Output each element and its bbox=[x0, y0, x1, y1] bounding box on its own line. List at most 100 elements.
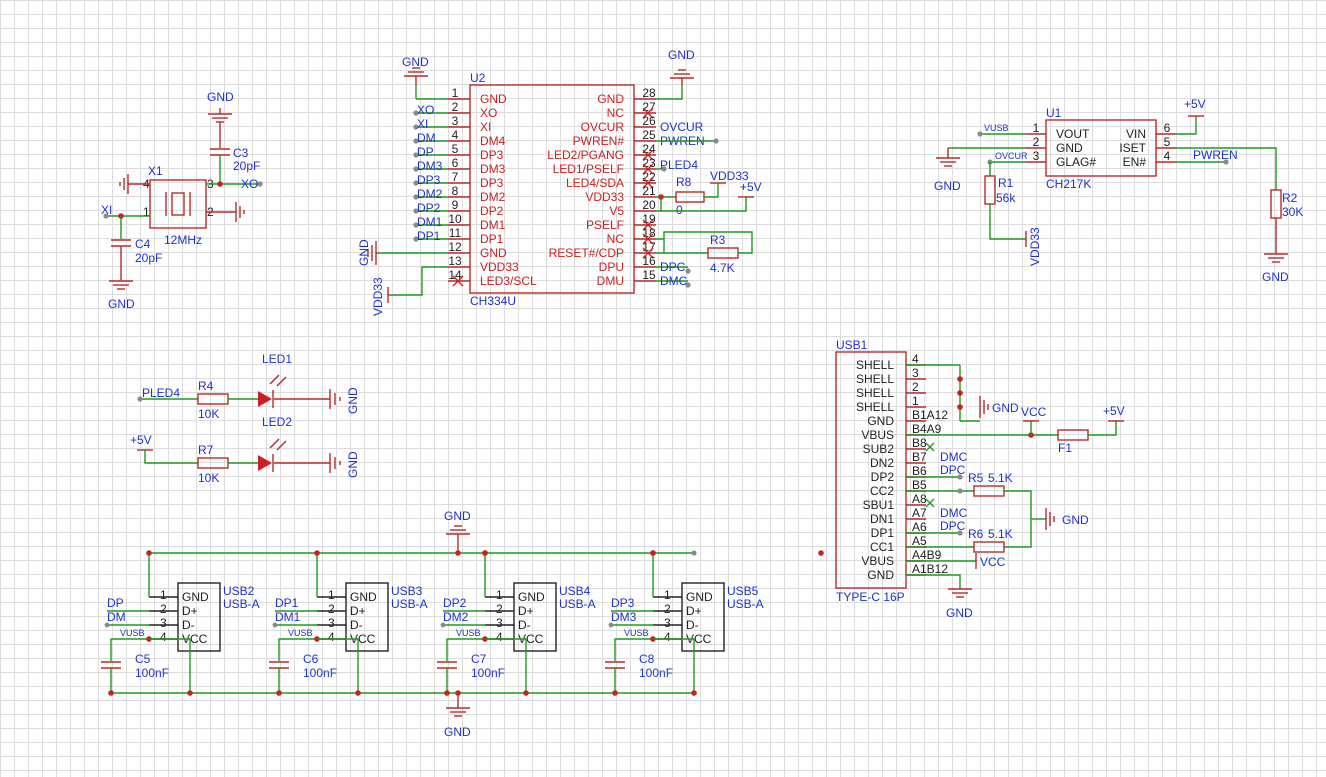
u1-pin-name: GND bbox=[1056, 141, 1083, 155]
u2-pin-name: VDD33 bbox=[585, 190, 624, 204]
net-label: DP2 bbox=[417, 201, 441, 215]
usb1-pin-name: VBUS bbox=[861, 554, 894, 568]
usb-pin-number: 3 bbox=[496, 616, 503, 630]
dmc-label: DMC bbox=[940, 450, 968, 464]
usb-pin-number: 1 bbox=[664, 588, 671, 602]
usb-pin-name: D+ bbox=[182, 604, 198, 618]
r8-body[interactable] bbox=[675, 191, 705, 203]
vusb-label: VUSB bbox=[624, 628, 649, 638]
usb-part: USB-A bbox=[727, 597, 764, 611]
r2-body[interactable] bbox=[1270, 189, 1282, 219]
led2-symbol[interactable] bbox=[258, 455, 272, 471]
r3-body[interactable] bbox=[707, 247, 739, 259]
r1-body[interactable] bbox=[984, 175, 996, 205]
usb1-pin-name: DP2 bbox=[871, 470, 895, 484]
r5-body[interactable] bbox=[973, 485, 1005, 497]
f1-body[interactable] bbox=[1057, 429, 1089, 441]
plus5v-label: +5V bbox=[740, 180, 762, 194]
u2-pin-name: PWREN# bbox=[573, 134, 625, 148]
usb-pin-number: 2 bbox=[328, 602, 335, 616]
net-label: DM1 bbox=[275, 610, 301, 624]
u2-pin-name: PSELF bbox=[586, 218, 624, 232]
u2-pin-number: 11 bbox=[449, 226, 462, 240]
gnd-label: GND bbox=[668, 48, 695, 62]
usb-pin-number: 3 bbox=[664, 616, 671, 630]
r4-body[interactable] bbox=[197, 393, 229, 405]
usb-pin-number: 4 bbox=[160, 630, 167, 644]
r4-designator: R4 bbox=[198, 379, 214, 393]
u2-part: CH334U bbox=[470, 294, 516, 308]
r6-value: 5.1K bbox=[988, 527, 1013, 541]
usb-pin-name: D+ bbox=[518, 604, 534, 618]
u2-pin-number: 21 bbox=[642, 184, 656, 198]
gnd-label: GND bbox=[444, 509, 471, 523]
r2-designator: R2 bbox=[1282, 191, 1298, 205]
usb-designator: USB2 bbox=[223, 584, 255, 598]
r5-designator: R5 bbox=[968, 471, 984, 485]
usb-pin-name: D- bbox=[350, 618, 363, 632]
usb-pin-number: 2 bbox=[160, 602, 167, 616]
u2-pin-name: LED1/PSELF bbox=[553, 162, 624, 176]
u2-pin-name: DM3 bbox=[480, 162, 506, 176]
r6-body[interactable] bbox=[973, 541, 1005, 553]
cap-designator: C8 bbox=[639, 652, 655, 666]
plus5v-label: +5V bbox=[130, 433, 152, 447]
u2-pin-name: DM2 bbox=[480, 190, 506, 204]
usb-pin-number: 3 bbox=[160, 616, 167, 630]
net-label: XI bbox=[417, 117, 428, 131]
usb-pin-number: 1 bbox=[160, 588, 167, 602]
u2-pin-name: V5 bbox=[609, 204, 624, 218]
u1-pin-number: 2 bbox=[1033, 135, 1040, 149]
usb1-pin-name: DN2 bbox=[870, 456, 894, 470]
r7-body[interactable] bbox=[197, 457, 229, 469]
gnd-label: GND bbox=[108, 297, 135, 311]
vusb-label: VUSB bbox=[456, 628, 481, 638]
u2-pin-number: 26 bbox=[642, 114, 656, 128]
c3-designator: C3 bbox=[233, 146, 249, 160]
usb-pin-name: GND bbox=[518, 590, 545, 604]
usb1-pin-number: A6 bbox=[912, 520, 927, 534]
u2-pin-name: DM1 bbox=[480, 218, 506, 232]
usb1-pin-number: A8 bbox=[912, 492, 927, 506]
u2-pin-name: XI bbox=[480, 120, 491, 134]
x1-value: 12MHz bbox=[164, 233, 202, 247]
usb-pin-name: GND bbox=[182, 590, 209, 604]
usb1-pin-number: B8 bbox=[912, 436, 927, 450]
u2-pin-number: 16 bbox=[642, 254, 656, 268]
u1-ch217k: U1 CH217K 1 VOUT VUSB 2 GND 3 GLAG# OVCUR 6 VIN 5 I… bbox=[934, 97, 1303, 284]
led1-symbol[interactable] bbox=[258, 391, 272, 407]
gnd-label: GND bbox=[207, 90, 234, 104]
pled4-label: PLED4 bbox=[142, 386, 180, 400]
net-label: DM bbox=[417, 131, 436, 145]
r8-designator: R8 bbox=[676, 175, 692, 189]
usb1-pin-number: B7 bbox=[912, 450, 927, 464]
usb1-typec: USB1 TYPE-C 16P SHELL 4 SHELL 3 SHELL 2 SHELL 1… bbox=[835, 338, 1125, 620]
usb1-pin-name: GND bbox=[867, 414, 894, 428]
u2-pin-number: 25 bbox=[642, 128, 656, 142]
usb-pin-number: 2 bbox=[664, 602, 671, 616]
ground-symbol bbox=[208, 108, 232, 123]
u2-designator: U2 bbox=[470, 71, 486, 85]
x1-pin-1: 1 bbox=[143, 205, 150, 219]
u2-pin-name: DP2 bbox=[480, 204, 504, 218]
u1-part: CH217K bbox=[1046, 177, 1091, 191]
c4-designator: C4 bbox=[135, 237, 151, 251]
usb1-pin-number: B6 bbox=[912, 464, 927, 478]
u2-pin-name: DPU bbox=[599, 260, 624, 274]
usb-pin-name: D+ bbox=[350, 604, 366, 618]
net-label: DPC bbox=[660, 260, 686, 274]
u2-pin-name: DP3 bbox=[480, 148, 504, 162]
dpc-label: DPC bbox=[940, 463, 966, 477]
usb-pin-number: 1 bbox=[496, 588, 503, 602]
cap-value: 100nF bbox=[303, 666, 337, 680]
net-xo: XO bbox=[241, 177, 258, 191]
usb1-pin-name: CC2 bbox=[870, 484, 894, 498]
crystal-section: GND C3 20pF X1 12MHz 4 1 3 2 XO XI C4 20… bbox=[101, 90, 263, 311]
u2-pin-number: 15 bbox=[642, 268, 656, 282]
usb-pin-name: GND bbox=[686, 590, 713, 604]
schematic-canvas[interactable]: GND C3 20pF X1 12MHz 4 1 3 2 XO XI C4 20… bbox=[0, 0, 1326, 777]
x1-body[interactable] bbox=[149, 179, 207, 229]
usb-pin-number: 2 bbox=[496, 602, 503, 616]
usb-pin-name: D- bbox=[518, 618, 531, 632]
net-label: PLED4 bbox=[660, 158, 698, 172]
